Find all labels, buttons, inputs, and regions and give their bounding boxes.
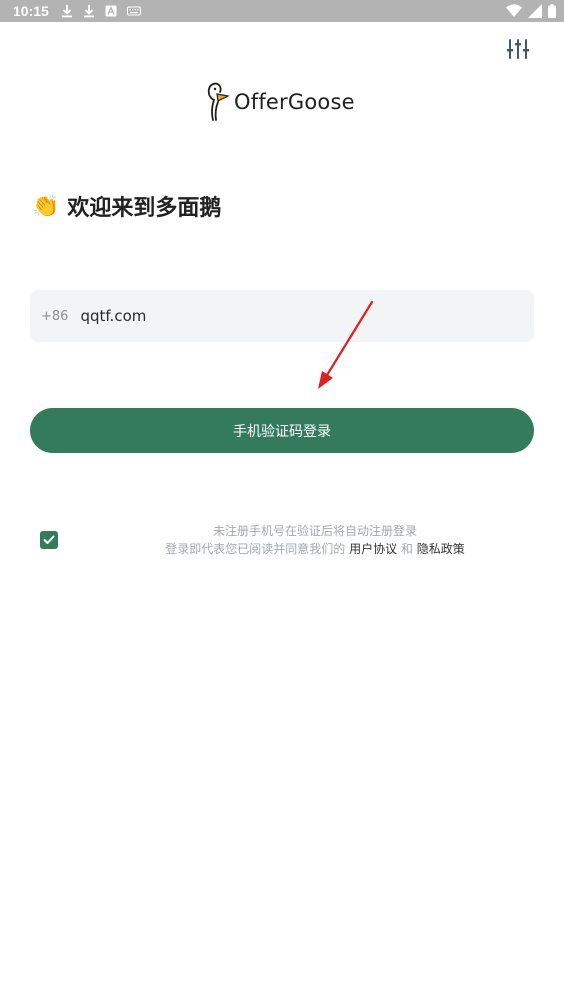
phone-input[interactable] bbox=[80, 307, 461, 325]
signal-icon bbox=[528, 4, 542, 18]
sliders-icon bbox=[507, 39, 529, 59]
battery-icon bbox=[548, 4, 556, 18]
sms-login-button[interactable]: 手机验证码登录 bbox=[30, 408, 534, 453]
agreement-line1: 未注册手机号在验证后将自动注册登录 bbox=[212, 524, 417, 538]
agreement-checkbox[interactable] bbox=[40, 531, 58, 549]
status-bar: 10:15 bbox=[0, 0, 564, 22]
welcome-heading: 👏 欢迎来到多面鹅 bbox=[32, 190, 221, 222]
wifi-icon bbox=[506, 4, 522, 17]
system-icons bbox=[506, 0, 556, 22]
clapping-hands-icon: 👏 bbox=[32, 193, 60, 219]
app-store-icon bbox=[105, 5, 117, 17]
user-agreement-link[interactable]: 用户协议 bbox=[349, 542, 397, 556]
agreement-text: 未注册手机号在验证后将自动注册登录 登录即代表您已阅读并同意我们的 用户协议 和… bbox=[120, 522, 510, 558]
agreement-conjunction: 和 bbox=[400, 542, 413, 556]
status-time: 10:15 bbox=[13, 3, 49, 19]
app-logo: OfferGoose bbox=[204, 82, 355, 122]
agreement-line2: 登录即代表您已阅读并同意我们的 用户协议 和 隐私政策 bbox=[120, 540, 510, 558]
goose-logo-icon bbox=[207, 82, 230, 121]
privacy-policy-link[interactable]: 隐私政策 bbox=[417, 542, 465, 556]
check-icon bbox=[43, 535, 55, 544]
annotation-arrow bbox=[318, 300, 374, 389]
download-icon bbox=[61, 5, 72, 18]
agreement-prefix: 登录即代表您已阅读并同意我们的 bbox=[165, 542, 346, 556]
settings-button[interactable] bbox=[506, 37, 530, 61]
country-code-selector[interactable]: +86 bbox=[41, 309, 68, 324]
logo-text: OfferGoose bbox=[234, 90, 355, 114]
welcome-text: 欢迎来到多面鹅 bbox=[67, 196, 222, 221]
notification-icons bbox=[61, 4, 141, 18]
download-icon bbox=[83, 5, 94, 18]
phone-field[interactable]: +86 bbox=[30, 290, 534, 342]
keyboard-icon bbox=[126, 6, 141, 16]
